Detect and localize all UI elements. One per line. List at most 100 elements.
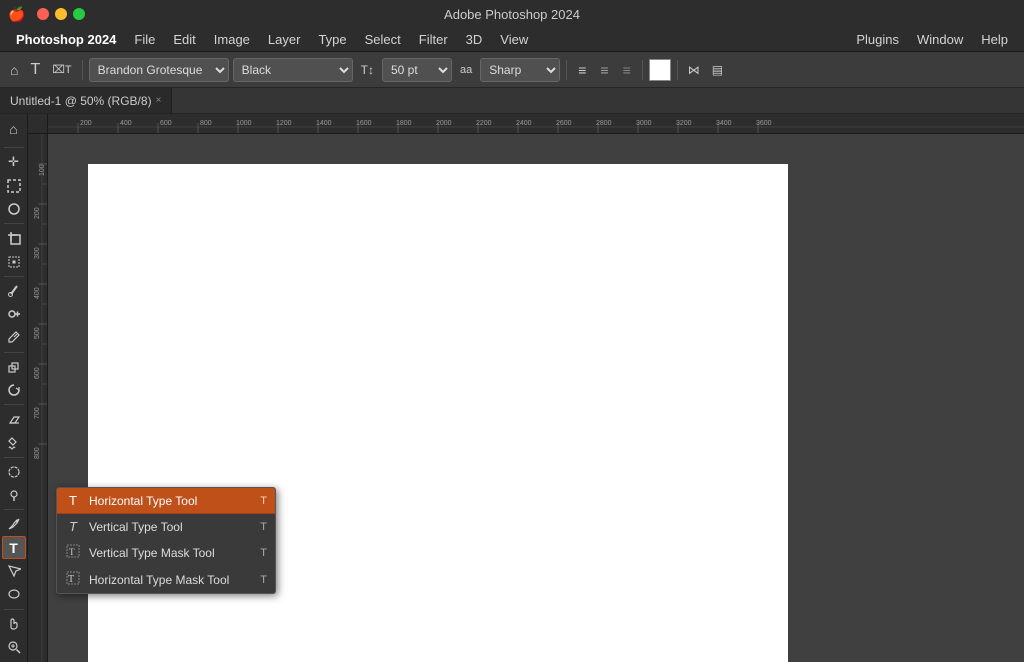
flyout-shortcut-horizontal-mask: T: [260, 574, 267, 586]
svg-text:200: 200: [80, 120, 92, 127]
font-size-icon: T↕: [357, 61, 378, 79]
flyout-label-horizontal-type: Horizontal Type Tool: [89, 494, 252, 508]
eraser-tool[interactable]: [2, 408, 26, 430]
options-bar: ⌂ T ⌧T Brandon Grotesque Black T↕ 50 pt …: [0, 52, 1024, 88]
svg-text:2600: 2600: [556, 120, 572, 127]
pen-tool[interactable]: [2, 513, 26, 535]
brush-tool[interactable]: [2, 326, 26, 348]
minimize-button[interactable]: [55, 8, 67, 20]
traffic-lights: [25, 8, 85, 20]
svg-text:3600: 3600: [756, 120, 772, 127]
svg-text:300: 300: [34, 247, 41, 259]
menu-item-plugins[interactable]: Plugins: [848, 30, 907, 49]
svg-text:1600: 1600: [356, 120, 372, 127]
menu-item-type[interactable]: Type: [310, 30, 354, 49]
svg-text:500: 500: [34, 327, 41, 339]
menu-bar: Photoshop 2024 File Edit Image Layer Typ…: [0, 28, 1024, 52]
document-tab-label: Untitled-1 @ 50% (RGB/8): [10, 94, 152, 108]
document-tabs: Untitled-1 @ 50% (RGB/8) ×: [0, 88, 1024, 114]
marquee-tool[interactable]: [2, 175, 26, 197]
flyout-label-vertical-type: Vertical Type Tool: [89, 520, 252, 534]
anti-alias-select[interactable]: Sharp: [480, 58, 560, 82]
svg-text:1800: 1800: [396, 120, 412, 127]
zoom-tool[interactable]: [2, 636, 26, 658]
apple-menu-icon[interactable]: 🍎: [8, 6, 25, 23]
healing-tool[interactable]: [2, 303, 26, 325]
horizontal-mask-icon: T: [65, 571, 81, 588]
menu-item-3d[interactable]: 3D: [458, 30, 491, 49]
paint-bucket-tool[interactable]: [2, 431, 26, 453]
vertical-type-icon: T: [65, 519, 81, 534]
flyout-item-vertical-type[interactable]: T Vertical Type Tool T: [57, 514, 275, 539]
flyout-shortcut-vertical-type: T: [260, 521, 267, 533]
ruler-h-svg: 200 400 600 800 1000 1200 1400 1600 1800…: [48, 114, 1024, 133]
svg-text:100: 100: [39, 164, 46, 176]
blur-tool[interactable]: [2, 461, 26, 483]
text-color-swatch[interactable]: [649, 59, 671, 81]
svg-text:700: 700: [34, 407, 41, 419]
menu-item-help[interactable]: Help: [973, 30, 1016, 49]
character-panel-icon[interactable]: ▤: [708, 61, 727, 79]
main-layout: ⌂ ✛: [0, 114, 1024, 662]
document-tab[interactable]: Untitled-1 @ 50% (RGB/8) ×: [0, 88, 172, 113]
type-tool[interactable]: T: [2, 536, 26, 558]
flyout-item-horizontal-mask[interactable]: T Horizontal Type Mask Tool T: [57, 566, 275, 593]
svg-text:T: T: [69, 547, 75, 557]
left-toolbar: ⌂ ✛: [0, 114, 28, 662]
toolbar-separator-1: [4, 223, 24, 224]
svg-text:200: 200: [34, 207, 41, 219]
anti-alias-label: aa: [456, 62, 476, 78]
flyout-shortcut-horizontal-type: T: [260, 495, 267, 507]
hand-tool[interactable]: [2, 612, 26, 634]
lasso-tool[interactable]: [2, 198, 26, 220]
menu-item-view[interactable]: View: [492, 30, 536, 49]
close-button[interactable]: [37, 8, 49, 20]
flyout-label-horizontal-mask: Horizontal Type Mask Tool: [89, 573, 252, 587]
toolbar-separator-6: [4, 509, 24, 510]
svg-text:2200: 2200: [476, 120, 492, 127]
canvas-area[interactable]: 200 400 600 800 1000 1200 1400 1600 1800…: [28, 114, 1024, 662]
menu-item-filter[interactable]: Filter: [411, 30, 456, 49]
fullscreen-button[interactable]: [73, 8, 85, 20]
menu-item-select[interactable]: Select: [357, 30, 409, 49]
font-style-select[interactable]: Black: [233, 58, 353, 82]
dodge-tool[interactable]: [2, 484, 26, 506]
svg-text:600: 600: [160, 120, 172, 127]
svg-text:3400: 3400: [716, 120, 732, 127]
flyout-shortcut-vertical-mask: T: [260, 547, 267, 559]
document-tab-close[interactable]: ×: [156, 95, 162, 106]
font-family-select[interactable]: Brandon Grotesque: [89, 58, 229, 82]
shape-tool[interactable]: [2, 583, 26, 605]
flyout-item-vertical-mask[interactable]: T Vertical Type Mask Tool T: [57, 539, 275, 566]
menu-item-image[interactable]: Image: [206, 30, 258, 49]
options-divider-3: [642, 60, 643, 80]
svg-text:2000: 2000: [436, 120, 452, 127]
font-size-select[interactable]: 50 pt: [382, 58, 452, 82]
clone-tool[interactable]: [2, 356, 26, 378]
align-center-button[interactable]: ≡: [595, 60, 613, 80]
warp-text-icon[interactable]: ⋈: [684, 61, 704, 79]
svg-text:600: 600: [34, 367, 41, 379]
menu-item-layer[interactable]: Layer: [260, 30, 309, 49]
svg-text:3000: 3000: [636, 120, 652, 127]
crop-tool[interactable]: [2, 227, 26, 249]
ruler-corner: [28, 114, 48, 134]
options-divider-1: [82, 60, 83, 80]
menu-item-edit[interactable]: Edit: [165, 30, 203, 49]
flyout-label-vertical-mask: Vertical Type Mask Tool: [89, 546, 252, 560]
svg-text:2800: 2800: [596, 120, 612, 127]
align-left-button[interactable]: ≡: [573, 60, 591, 80]
flyout-item-horizontal-type[interactable]: T Horizontal Type Tool T: [57, 488, 275, 514]
toolbar-separator-5: [4, 457, 24, 458]
type-tool-flyout: T Horizontal Type Tool T T Vertical Type…: [56, 487, 276, 594]
history-brush-tool[interactable]: [2, 379, 26, 401]
eyedropper-tool[interactable]: [2, 280, 26, 302]
transform-tool[interactable]: [2, 250, 26, 272]
workspace-button[interactable]: ⌂: [2, 118, 26, 140]
path-selection-tool[interactable]: [2, 560, 26, 582]
move-tool[interactable]: ✛: [2, 151, 26, 173]
menu-item-window[interactable]: Window: [909, 30, 971, 49]
align-right-button[interactable]: ≡: [618, 60, 636, 80]
menu-item-ps[interactable]: Photoshop 2024: [8, 30, 124, 49]
menu-item-file[interactable]: File: [126, 30, 163, 49]
